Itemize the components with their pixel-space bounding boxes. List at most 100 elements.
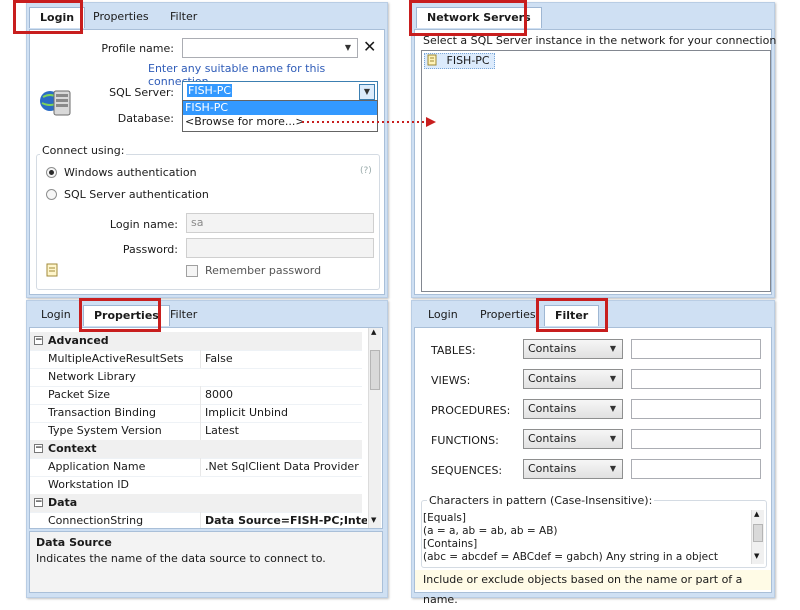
tab-properties[interactable]: Properties — [470, 305, 546, 325]
property-name: ConnectionString — [48, 514, 144, 527]
chevron-down-icon[interactable]: ▼ — [606, 432, 620, 446]
functions-pattern-input[interactable] — [631, 429, 761, 449]
connect-using-label: Connect using: — [40, 144, 127, 157]
property-row[interactable]: Network Library — [30, 368, 362, 387]
collapse-icon[interactable]: − — [34, 336, 43, 345]
tab-filter[interactable]: Filter — [160, 7, 207, 27]
filter-footer: Include or exclude objects based on the … — [415, 570, 771, 606]
dropdown-option-fish-pc[interactable]: FISH-PC — [183, 101, 377, 115]
sql-auth-label[interactable]: SQL Server authentication — [64, 188, 209, 201]
sequences-operator-select[interactable]: Contains ▼ — [523, 459, 623, 479]
property-row[interactable]: Workstation ID — [30, 476, 362, 495]
operator-value: Contains — [528, 372, 577, 385]
tab-login[interactable]: Login — [418, 305, 468, 325]
tables-pattern-input[interactable] — [631, 339, 761, 359]
tab-filter[interactable]: Filter — [544, 305, 600, 326]
chevron-down-icon[interactable]: ▼ — [606, 462, 620, 476]
windows-auth-label[interactable]: Windows authentication — [64, 166, 197, 179]
windows-auth-radio[interactable] — [46, 167, 57, 178]
chevron-down-icon[interactable]: ▼ — [341, 41, 355, 55]
server-item-fish-pc[interactable]: FISH-PC — [424, 53, 495, 69]
pattern-help-text: [Equals] (a = a, ab = ab, ab = AB) [Cont… — [423, 512, 747, 564]
property-row[interactable]: Packet Size 8000 — [30, 386, 362, 405]
clear-profile-icon[interactable]: ✕ — [363, 38, 376, 56]
tables-operator-select[interactable]: Contains ▼ — [523, 339, 623, 359]
property-name: Transaction Binding — [48, 406, 156, 419]
tab-login[interactable]: Login — [29, 7, 86, 28]
views-operator-select[interactable]: Contains ▼ — [523, 369, 623, 389]
tab-properties[interactable]: Properties — [83, 7, 159, 27]
operator-value: Contains — [528, 342, 577, 355]
property-description: Data Source Indicates the name of the da… — [29, 531, 383, 593]
chevron-down-icon[interactable]: ▼ — [606, 402, 620, 416]
sql-server-combo[interactable]: FISH-PC ▼ — [182, 81, 378, 101]
pattern-line: [Contains] — [423, 538, 478, 550]
password-input[interactable] — [186, 238, 374, 258]
profile-name-combo[interactable]: ▼ — [182, 38, 358, 58]
filter-body: TABLES: Contains ▼ VIEWS: Contains ▼ PRO… — [414, 327, 772, 606]
operator-value: Contains — [528, 462, 577, 475]
scroll-up-icon[interactable]: ▲ — [371, 328, 376, 336]
property-value[interactable]: Data Source=FISH-PC;Integrate — [200, 512, 367, 528]
chevron-down-icon[interactable]: ▼ — [359, 84, 375, 100]
collapse-icon[interactable]: − — [34, 498, 43, 507]
scroll-thumb[interactable] — [370, 350, 380, 390]
property-name: Application Name — [48, 460, 146, 473]
filter-label-views: VIEWS: — [431, 374, 471, 387]
property-name: MultipleActiveResultSets — [48, 352, 184, 365]
scroll-thumb[interactable] — [753, 524, 763, 542]
description-title: Data Source — [36, 536, 112, 549]
category-data[interactable]: − Data — [30, 494, 362, 513]
network-servers-body: Select a SQL Server instance in the netw… — [414, 29, 776, 295]
tab-filter[interactable]: Filter — [160, 305, 207, 325]
property-value[interactable]: Latest — [200, 422, 367, 440]
property-value[interactable]: 8000 — [200, 386, 367, 404]
network-instruction: Select a SQL Server instance in the netw… — [423, 34, 777, 47]
property-row[interactable]: ConnectionString Data Source=FISH-PC;Int… — [30, 512, 367, 528]
profile-name-label: Profile name: — [101, 42, 174, 55]
tab-login[interactable]: Login — [31, 305, 81, 325]
sql-auth-radio[interactable] — [46, 189, 57, 200]
notepad-icon — [46, 263, 58, 277]
sql-server-value: FISH-PC — [187, 84, 233, 97]
tab-properties[interactable]: Properties — [83, 305, 170, 326]
property-name: Packet Size — [48, 388, 111, 401]
browse-connector-arrow — [302, 117, 436, 127]
property-value[interactable]: .Net SqlClient Data Provider — [200, 458, 367, 476]
remember-password-checkbox[interactable] — [186, 265, 198, 277]
filter-label-tables: TABLES: — [431, 344, 476, 357]
server-list[interactable]: FISH-PC — [421, 50, 771, 292]
property-value[interactable]: Implicit Unbind — [200, 404, 367, 422]
property-row[interactable]: MultipleActiveResultSets False — [30, 350, 362, 369]
pattern-help-scrollbar[interactable]: ▲ ▼ — [751, 510, 764, 564]
remember-password-label[interactable]: Remember password — [205, 264, 321, 277]
property-name: Network Library — [48, 370, 136, 383]
procedures-pattern-input[interactable] — [631, 399, 761, 419]
category-advanced[interactable]: − Advanced — [30, 332, 362, 351]
property-row[interactable]: Transaction Binding Implicit Unbind — [30, 404, 362, 423]
views-pattern-input[interactable] — [631, 369, 761, 389]
property-value[interactable]: False — [200, 350, 367, 368]
tab-network-servers[interactable]: Network Servers — [416, 7, 542, 28]
scroll-up-icon[interactable]: ▲ — [754, 510, 759, 518]
pattern-line: (a = a, ab = ab, ab = AB) — [423, 525, 558, 537]
filter-label-sequences: SEQUENCES: — [431, 464, 503, 477]
scroll-down-icon[interactable]: ▼ — [754, 552, 759, 560]
help-icon[interactable]: (?) — [360, 166, 372, 176]
collapse-icon[interactable]: − — [34, 444, 43, 453]
description-text: Indicates the name of the data source to… — [36, 552, 326, 565]
login-name-input[interactable]: sa — [186, 213, 374, 233]
functions-operator-select[interactable]: Contains ▼ — [523, 429, 623, 449]
sequences-pattern-input[interactable] — [631, 459, 761, 479]
property-name: Workstation ID — [48, 478, 129, 491]
operator-value: Contains — [528, 432, 577, 445]
property-row[interactable]: Type System Version Latest — [30, 422, 362, 441]
procedures-operator-select[interactable]: Contains ▼ — [523, 399, 623, 419]
property-grid-scrollbar[interactable]: ▲ ▼ — [368, 328, 381, 528]
chevron-down-icon[interactable]: ▼ — [606, 372, 620, 386]
login-name-label: Login name: — [109, 218, 178, 231]
category-context[interactable]: − Context — [30, 440, 362, 459]
property-row[interactable]: Application Name .Net SqlClient Data Pro… — [30, 458, 362, 477]
scroll-down-icon[interactable]: ▼ — [371, 516, 376, 524]
chevron-down-icon[interactable]: ▼ — [606, 342, 620, 356]
